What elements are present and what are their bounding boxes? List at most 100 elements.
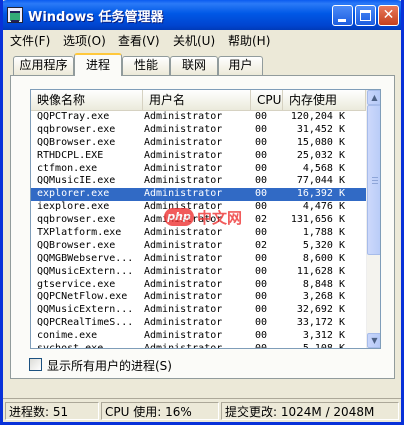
menu-view[interactable]: 查看(V) — [118, 32, 160, 49]
process-row[interactable]: QQBrowser.exe Administrator 00 15,080 K — [31, 137, 366, 150]
process-cpu: 00 — [255, 291, 268, 303]
show-all-users-checkbox[interactable] — [29, 358, 42, 371]
process-name: explorer.exe — [37, 188, 110, 200]
process-name: QQPCNetFlow.exe — [37, 291, 128, 303]
process-row[interactable]: gtservice.exe Administrator 00 8,848 K — [31, 279, 366, 292]
tab-processes[interactable]: 进程 — [74, 53, 122, 76]
process-memory: 3,312 K — [302, 330, 345, 342]
process-name: TXPlatform.exe — [37, 227, 122, 239]
process-row[interactable]: QQPCRealTimeS... Administrator 00 33,172 K — [31, 317, 366, 330]
process-user: Administrator — [144, 239, 223, 251]
column-memory-usage[interactable]: 内存使用 — [283, 90, 366, 110]
process-row[interactable]: QQPCNetFlow.exe Administrator 00 3,268 K — [31, 291, 366, 304]
process-name: ctfmon.exe — [37, 162, 98, 174]
task-manager-window: Windows 任务管理器 ✕ 文件(F) 选项(O) 查看(V) 关机(U) … — [0, 0, 404, 425]
scroll-down-button[interactable]: ▼ — [367, 333, 380, 348]
close-button[interactable]: ✕ — [378, 5, 399, 26]
process-memory: 5,108 K — [302, 343, 345, 349]
process-user: Administrator — [144, 291, 223, 303]
process-user: Administrator — [144, 252, 223, 264]
process-memory: 120,204 K — [290, 111, 345, 122]
status-cpu-usage: CPU 使用: 16% — [101, 402, 219, 420]
status-process-count: 进程数: 51 — [5, 402, 99, 420]
process-row[interactable]: svchost.exe Administrator 00 5,108 K — [31, 343, 366, 349]
process-row[interactable]: QQMusicExtern... Administrator 00 11,628 K — [31, 266, 366, 279]
process-user: Administrator — [144, 304, 223, 316]
minimize-button[interactable] — [332, 5, 353, 26]
process-cpu: 00 — [255, 227, 268, 239]
process-memory: 77,044 K — [296, 175, 345, 187]
process-user: Administrator — [144, 227, 223, 239]
maximize-button[interactable] — [355, 5, 376, 26]
process-memory: 8,600 K — [302, 252, 345, 264]
process-row[interactable]: QQBrowser.exe Administrator 02 5,320 K — [31, 240, 366, 253]
process-row[interactable]: qqbrowser.exe Administrator 00 31,452 K — [31, 124, 366, 137]
process-memory: 11,628 K — [296, 265, 345, 277]
process-name: svchost.exe — [37, 343, 104, 349]
process-memory: 3,268 K — [302, 291, 345, 303]
menu-help[interactable]: 帮助(H) — [228, 32, 270, 49]
process-row[interactable]: qqbrowser.exe Administrator 02 131,656 K — [31, 214, 366, 227]
process-name: qqbrowser.exe — [37, 214, 116, 226]
close-icon: ✕ — [382, 7, 395, 23]
process-name: QQMusicExtern... — [37, 265, 134, 277]
process-row[interactable]: explorer.exe Administrator 00 16,392 K — [31, 188, 366, 202]
process-cpu: 00 — [255, 111, 268, 122]
column-cpu[interactable]: CPU — [251, 90, 283, 110]
process-user: Administrator — [144, 343, 223, 349]
tab-applications[interactable]: 应用程序 — [13, 56, 74, 75]
menu-shutdown[interactable]: 关机(U) — [173, 32, 215, 49]
process-row[interactable]: QQPCTray.exe Administrator 00 120,204 K — [31, 111, 366, 124]
column-user-name[interactable]: 用户名 — [143, 90, 251, 110]
show-all-users-label[interactable]: 显示所有用户的进程(S) — [47, 357, 172, 374]
minimize-icon — [338, 19, 346, 22]
process-list[interactable]: 映像名称 用户名 CPU 内存使用 QQPCTray.exe Administra… — [30, 89, 381, 349]
process-cpu: 00 — [255, 252, 268, 264]
grip-line — [372, 180, 378, 181]
tab-users[interactable]: 用户 — [218, 56, 263, 75]
process-cpu: 02 — [255, 239, 268, 251]
process-memory: 5,320 K — [302, 239, 345, 251]
process-user: Administrator — [144, 175, 223, 187]
vertical-scrollbar[interactable]: ▲ ▼ — [366, 90, 380, 348]
process-list-header: 映像名称 用户名 CPU 内存使用 — [31, 90, 380, 111]
process-row[interactable]: conime.exe Administrator 00 3,312 K — [31, 330, 366, 343]
process-memory: 4,568 K — [302, 162, 345, 174]
process-user: Administrator — [144, 123, 223, 135]
menu-file[interactable]: 文件(F) — [10, 32, 50, 49]
process-cpu: 00 — [255, 123, 268, 135]
process-cpu: 00 — [255, 136, 268, 148]
process-row[interactable]: RTHDCPL.EXE Administrator 00 25,032 K — [31, 150, 366, 163]
process-row[interactable]: ctfmon.exe Administrator 00 4,568 K — [31, 163, 366, 176]
process-memory: 16,392 K — [296, 188, 345, 200]
process-row[interactable]: QQMGBWebserve... Administrator 00 8,600 K — [31, 253, 366, 266]
process-name: QQMusicExtern... — [37, 304, 134, 316]
scroll-thumb[interactable] — [367, 105, 380, 255]
process-user: Administrator — [144, 317, 223, 329]
process-row[interactable]: iexplore.exe Administrator 00 4,476 K — [31, 201, 366, 214]
process-user: Administrator — [144, 265, 223, 277]
process-rows: QQPCTray.exe Administrator 00 120,204 K qqbr… — [31, 111, 366, 349]
process-name: QQPCTray.exe — [37, 111, 110, 122]
process-name: RTHDCPL.EXE — [37, 149, 104, 161]
tab-performance[interactable]: 性能 — [122, 56, 170, 75]
process-row[interactable]: TXPlatform.exe Administrator 00 1,788 K — [31, 227, 366, 240]
title-bar[interactable]: Windows 任务管理器 ✕ — [3, 0, 401, 30]
process-name: QQBrowser.exe — [37, 239, 116, 251]
process-memory: 31,452 K — [296, 123, 345, 135]
column-image-name[interactable]: 映像名称 — [31, 90, 143, 110]
process-row[interactable]: QQMusicExtern... Administrator 00 32,692 K — [31, 304, 366, 317]
grip-line — [372, 183, 378, 184]
menu-options[interactable]: 选项(O) — [63, 32, 106, 49]
process-cpu: 00 — [255, 175, 268, 187]
process-user: Administrator — [144, 201, 223, 213]
scroll-up-button[interactable]: ▲ — [367, 90, 380, 105]
process-user: Administrator — [144, 278, 223, 290]
tab-networking[interactable]: 联网 — [170, 56, 218, 75]
process-name: QQBrowser.exe — [37, 136, 116, 148]
window-title: Windows 任务管理器 — [28, 10, 164, 25]
process-cpu: 00 — [255, 330, 268, 342]
process-name: qqbrowser.exe — [37, 123, 116, 135]
process-row[interactable]: QQMusicIE.exe Administrator 00 77,044 K — [31, 175, 366, 188]
process-cpu: 00 — [255, 265, 268, 277]
